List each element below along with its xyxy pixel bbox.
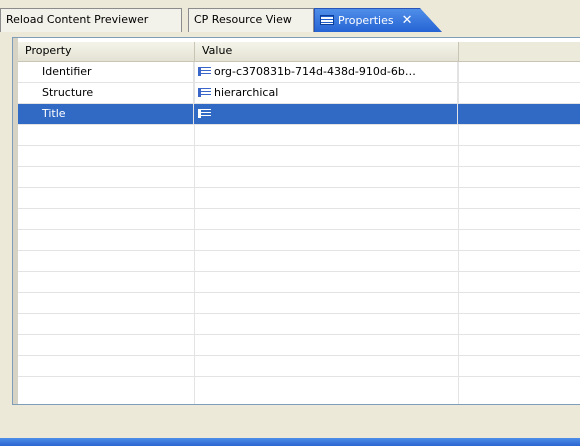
table-row[interactable]: Identifier org-c370831b-714d-438d-910d-6… xyxy=(18,62,580,83)
empty-row xyxy=(18,272,580,293)
empty-row xyxy=(18,293,580,314)
value-cell[interactable]: org-c370831b-714d-438d-910d-6b… xyxy=(194,62,458,82)
properties-view: Property Value Identifier org-c370831b-7… xyxy=(12,37,580,405)
property-cell: Identifier xyxy=(18,62,194,82)
empty-row xyxy=(18,335,580,356)
table-row[interactable]: Structure hierarchical xyxy=(18,83,580,104)
tab-label: Properties xyxy=(338,14,394,27)
empty-row xyxy=(18,356,580,377)
property-cell: Title xyxy=(18,104,194,124)
empty-cell xyxy=(458,83,580,103)
empty-row xyxy=(18,125,580,146)
column-header-property[interactable]: Property xyxy=(18,42,195,61)
empty-row xyxy=(18,146,580,167)
table-header: Property Value xyxy=(18,42,580,62)
tab-properties[interactable]: Properties ✕ xyxy=(314,8,442,32)
value-cell[interactable]: hierarchical xyxy=(194,83,458,103)
tab-label: Reload Content Previewer xyxy=(6,13,149,26)
tab-label: CP Resource View xyxy=(194,13,292,26)
empty-row xyxy=(18,188,580,209)
properties-icon xyxy=(320,15,334,25)
properties-table[interactable]: Property Value Identifier org-c370831b-7… xyxy=(18,38,580,404)
table-body: Identifier org-c370831b-714d-438d-910d-6… xyxy=(18,62,580,377)
property-value-icon xyxy=(198,88,211,97)
empty-cell xyxy=(458,62,580,82)
column-header-value[interactable]: Value xyxy=(195,42,459,61)
empty-row xyxy=(18,230,580,251)
empty-row xyxy=(18,314,580,335)
window-bottom-bar xyxy=(0,438,580,446)
view-tab-bar: Reload Content Previewer CP Resource Vie… xyxy=(0,0,580,36)
tab-cp-resource-view[interactable]: CP Resource View xyxy=(188,8,314,32)
tab-reload-content-previewer[interactable]: Reload Content Previewer xyxy=(0,8,182,32)
property-value-icon xyxy=(198,67,211,76)
property-cell: Structure xyxy=(18,83,194,103)
value-cell[interactable] xyxy=(194,104,458,124)
empty-row xyxy=(18,251,580,272)
close-icon[interactable]: ✕ xyxy=(402,13,413,28)
empty-cell xyxy=(458,104,580,124)
value-text: hierarchical xyxy=(214,86,279,99)
empty-row xyxy=(18,209,580,230)
table-row-selected[interactable]: Title xyxy=(18,104,580,125)
property-value-icon xyxy=(198,109,211,118)
value-text: org-c370831b-714d-438d-910d-6b… xyxy=(214,65,416,78)
empty-row xyxy=(18,167,580,188)
